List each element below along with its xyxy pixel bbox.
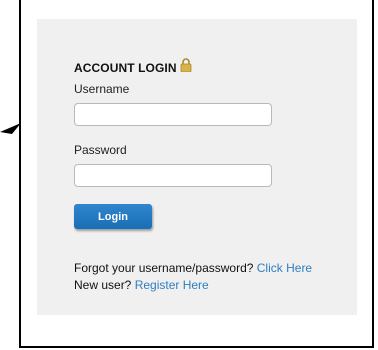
- forgot-line: Forgot your username/password? Click Her…: [74, 261, 312, 275]
- register-link[interactable]: Register Here: [135, 278, 209, 292]
- username-label: Username: [74, 82, 130, 96]
- password-label: Password: [74, 143, 127, 157]
- login-panel: ACCOUNT LOGIN Username Password Login Fo…: [37, 19, 357, 315]
- forgot-link[interactable]: Click Here: [257, 261, 312, 275]
- forgot-text: Forgot your username/password?: [74, 261, 254, 275]
- arrow-pointer-icon: [0, 123, 21, 134]
- new-user-text: New user?: [74, 278, 132, 292]
- login-title: ACCOUNT LOGIN: [74, 61, 177, 75]
- login-header: ACCOUNT LOGIN: [74, 58, 192, 75]
- lock-icon: [180, 58, 192, 72]
- login-button[interactable]: Login: [74, 204, 152, 229]
- username-input[interactable]: [74, 103, 272, 126]
- register-line: New user? Register Here: [74, 278, 209, 292]
- password-input[interactable]: [74, 164, 272, 187]
